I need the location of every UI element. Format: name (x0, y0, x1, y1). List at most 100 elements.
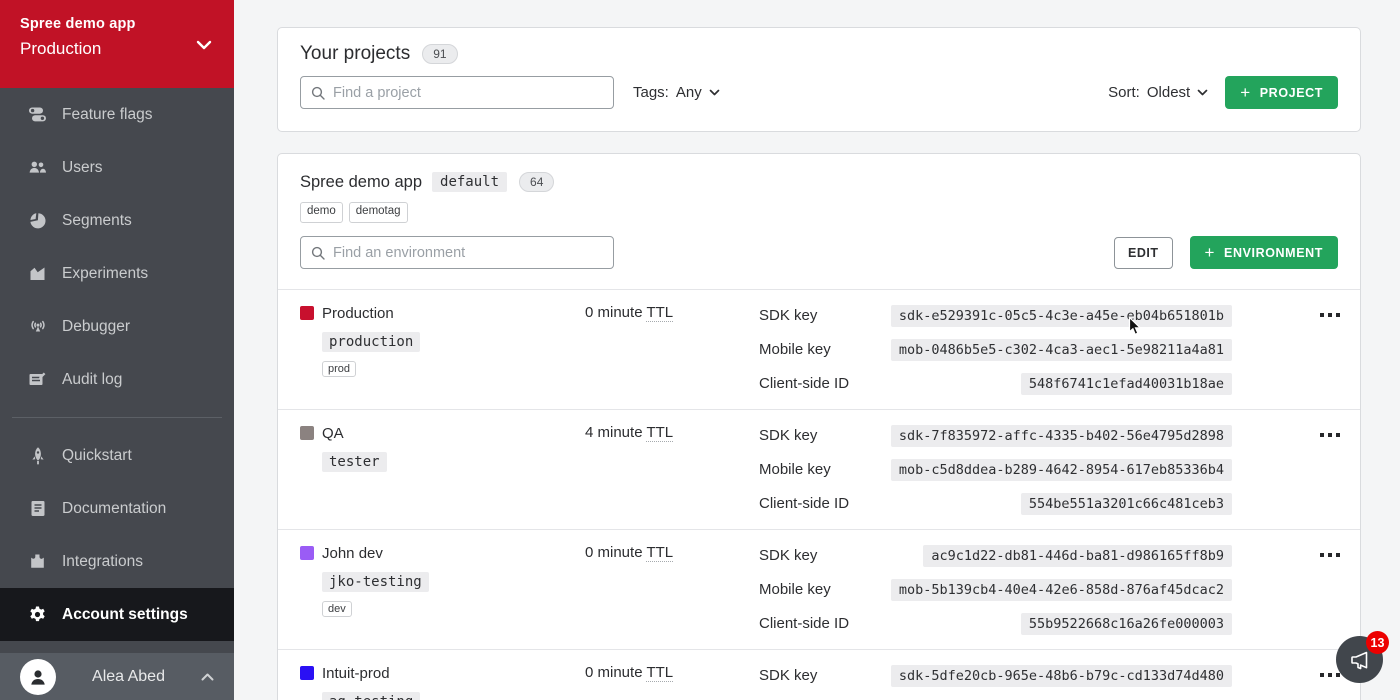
audit-log-icon (27, 369, 48, 390)
sidebar-item-audit-log[interactable]: Audit log (0, 353, 234, 406)
sidebar-item-quickstart[interactable]: Quickstart (0, 429, 234, 482)
page-title: Your projects (300, 43, 410, 65)
environment-row: QA tester 4 minute TTL SDK key sdk-7f835… (278, 409, 1360, 529)
project-search[interactable] (300, 76, 614, 109)
main-content: Your projects 91 Tags: Any Sort: Oldest … (234, 0, 1400, 700)
sidebar-environment-name: Production (20, 39, 216, 59)
mobile-key-value[interactable]: mob-c5d8ddea-b289-4642-8954-617eb85336b4 (891, 459, 1232, 481)
users-icon (27, 157, 48, 178)
environment-tag: dev (322, 601, 352, 617)
tags-filter-label: Tags: (633, 84, 669, 101)
tags-filter-dropdown[interactable]: Tags: Any (633, 84, 720, 101)
sdk-key-value[interactable]: sdk-7f835972-affc-4335-b402-56e4795d2898 (891, 425, 1232, 447)
environment-key[interactable]: tester (322, 452, 387, 472)
overflow-menu-button[interactable] (1320, 430, 1340, 516)
environment-row: Intuit-prod ag-testing 0 minute TTL SDK … (278, 649, 1360, 700)
environment-search-input[interactable] (333, 245, 603, 261)
project-environment-switcher[interactable]: Spree demo app Production (0, 0, 234, 88)
mobile-key-label: Mobile key (759, 461, 831, 478)
documentation-icon (27, 498, 48, 519)
sdk-key-label: SDK key (759, 547, 817, 564)
client-side-id-label: Client-side ID (759, 615, 849, 632)
sidebar-item-integrations[interactable]: Integrations (0, 535, 234, 588)
environment-color-swatch (300, 666, 314, 680)
ttl-term[interactable]: TTL (646, 664, 673, 682)
projects-count-badge: 91 (422, 44, 457, 64)
environment-list: Production production prod 0 minute TTL … (278, 289, 1360, 700)
sidebar-project-name: Spree demo app (20, 16, 216, 32)
sidebar-item-segments[interactable]: Segments (0, 194, 234, 247)
sort-dropdown[interactable]: Sort: Oldest (1108, 84, 1208, 101)
notifications-button[interactable]: 13 (1336, 636, 1383, 683)
new-project-button[interactable]: + PROJECT (1225, 76, 1338, 109)
environment-tags: dev (322, 599, 585, 617)
overflow-menu-button[interactable] (1320, 550, 1340, 636)
plus-icon: + (1205, 244, 1216, 261)
sort-value: Oldest (1147, 84, 1190, 101)
project-card: Spree demo app default 64 demodemotag ED… (277, 153, 1361, 700)
environment-color-swatch (300, 546, 314, 560)
sidebar-nav-secondary: Quickstart Documentation Integrations Ac… (0, 429, 234, 641)
sidebar-item-documentation[interactable]: Documentation (0, 482, 234, 535)
project-tag: demo (300, 202, 343, 223)
project-tags: demodemotag (300, 202, 1338, 223)
sdk-key-value[interactable]: sdk-5dfe20cb-965e-48b6-b79c-cd133d74d480 (891, 665, 1232, 687)
client-side-id-value[interactable]: 548f6741c1efad40031b18ae (1021, 373, 1232, 395)
sdk-key-value[interactable]: sdk-e529391c-05c5-4c3e-a45e-eb04b651801b (891, 305, 1232, 327)
environment-name: John dev (322, 545, 383, 562)
chevron-down-icon (1197, 89, 1208, 96)
sidebar-item-account-settings[interactable]: Account settings (0, 588, 234, 641)
sdk-key-label: SDK key (759, 667, 817, 684)
client-side-id-value[interactable]: 55b9522668c16a26fe000003 (1021, 613, 1232, 635)
mobile-key-value[interactable]: mob-0486b5e5-c302-4ca3-aec1-5e98211a4a81 (891, 339, 1232, 361)
sdk-key-label: SDK key (759, 307, 817, 324)
environment-count-badge: 64 (519, 172, 554, 192)
projects-panel: Your projects 91 Tags: Any Sort: Oldest … (277, 27, 1361, 132)
user-menu[interactable]: Alea Abed (0, 653, 234, 700)
mobile-key-value[interactable]: mob-5b139cb4-40e4-42e6-858d-876af45dcac2 (891, 579, 1232, 601)
project-search-input[interactable] (333, 85, 603, 101)
client-side-id-label: Client-side ID (759, 495, 849, 512)
overflow-menu-button[interactable] (1320, 670, 1340, 700)
new-environment-button[interactable]: + ENVIRONMENT (1190, 236, 1339, 269)
tags-filter-value: Any (676, 84, 702, 101)
debugger-icon (27, 316, 48, 337)
sdk-key-value[interactable]: ac9c1d22-db81-446d-ba81-d986165ff8b9 (923, 545, 1232, 567)
sidebar: Spree demo app Production Feature flags … (0, 0, 234, 700)
search-icon (311, 86, 325, 100)
environment-key[interactable]: jko-testing (322, 572, 429, 592)
client-side-id-label: Client-side ID (759, 375, 849, 392)
environment-key[interactable]: production (322, 332, 420, 352)
ttl-term[interactable]: TTL (646, 304, 673, 322)
sort-label: Sort: (1108, 84, 1140, 101)
sidebar-item-experiments[interactable]: Experiments (0, 247, 234, 300)
plus-icon: + (1240, 84, 1251, 101)
avatar (20, 659, 56, 695)
environment-name: Production (322, 305, 394, 322)
ttl-term[interactable]: TTL (646, 424, 673, 442)
person-icon (27, 666, 49, 688)
chevron-up-icon (201, 668, 214, 686)
project-key: default (432, 172, 507, 192)
ttl-term[interactable]: TTL (646, 544, 673, 562)
environment-search[interactable] (300, 236, 614, 269)
sidebar-item-users[interactable]: Users (0, 141, 234, 194)
environment-ttl: 4 minute TTL (585, 423, 759, 516)
mobile-key-label: Mobile key (759, 581, 831, 598)
integrations-icon (27, 551, 48, 572)
experiments-icon (27, 263, 48, 284)
gear-icon (27, 604, 48, 625)
environment-key[interactable]: ag-testing (322, 692, 420, 700)
notification-count-badge: 13 (1366, 631, 1389, 654)
client-side-id-value[interactable]: 554be551a3201c66c481ceb3 (1021, 493, 1232, 515)
edit-project-button[interactable]: EDIT (1114, 237, 1172, 269)
megaphone-icon (1348, 648, 1372, 672)
overflow-menu-button[interactable] (1320, 310, 1340, 396)
environment-row: Production production prod 0 minute TTL … (278, 289, 1360, 409)
sidebar-item-debugger[interactable]: Debugger (0, 300, 234, 353)
search-icon (311, 246, 325, 260)
sidebar-item-feature-flags[interactable]: Feature flags (0, 88, 234, 141)
environment-ttl: 0 minute TTL (585, 663, 759, 700)
feature-flags-icon (27, 104, 48, 125)
environment-color-swatch (300, 426, 314, 440)
